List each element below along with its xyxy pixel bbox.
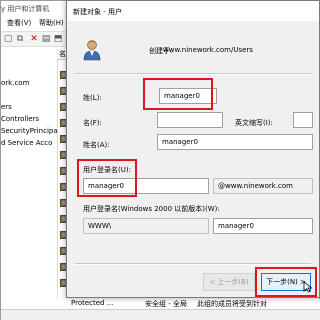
- dialog-title: 新建对象 - 用户: [73, 8, 122, 16]
- row-description: 此组的成员将受到针对: [197, 300, 267, 308]
- tree-item[interactable]: d Service Acco: [1, 139, 52, 147]
- new-user-dialog: 新建对象 - 用户 创建于: www.ninework.com/Users 姓(…: [66, 0, 320, 298]
- mmc-menubar: 查看(V) 帮助(H): [1, 15, 71, 29]
- dialog-titlebar: 新建对象 - 用户: [67, 1, 319, 21]
- user-icon: [83, 40, 101, 61]
- row-type: 安全组 - 全局: [145, 300, 187, 308]
- highlight-box: [143, 78, 213, 110]
- delete-icon[interactable]: ✕: [29, 34, 39, 44]
- tree-item[interactable]: Controllers: [1, 115, 39, 123]
- mmc-title: y 用户和计算机: [1, 5, 50, 13]
- tree-item[interactable]: ork.com: [1, 79, 29, 87]
- upn-suffix-select[interactable]: @www.ninework.com: [213, 178, 313, 194]
- first-name-input[interactable]: [157, 112, 223, 128]
- horizontal-scrollbar[interactable]: [1, 309, 320, 320]
- pre2000-label: 用户登录名(Windows 2000 以前版本)(W):: [83, 205, 220, 213]
- pre2000-domain-field: WWW\: [83, 218, 209, 234]
- mmc-toolbar: ▢ ⧉ ✕ ▤ ⬒: [1, 31, 71, 47]
- tree-item[interactable]: ers: [1, 103, 12, 111]
- pre2000-logon-input[interactable]: manager0: [213, 218, 313, 234]
- initials-label: 英文缩写(I):: [235, 119, 273, 127]
- back-button[interactable]: < 上一步(B): [203, 273, 255, 291]
- console-tree: ork.com ers Controllers SecurityPrincipa…: [1, 49, 57, 301]
- row-name: Protected ...: [71, 299, 114, 307]
- properties-icon[interactable]: ▤: [41, 34, 51, 44]
- created-in-path: www.ninework.com/Users: [163, 46, 253, 54]
- export-icon[interactable]: ⬒: [53, 34, 63, 44]
- divider: [75, 73, 311, 75]
- mouse-cursor-icon: [303, 281, 313, 293]
- menu-help[interactable]: 帮助(H): [39, 18, 64, 28]
- last-name-label: 姓(L):: [83, 94, 102, 102]
- window-icon[interactable]: ▢: [3, 34, 13, 44]
- first-name-label: 名(F):: [83, 119, 102, 127]
- copy-icon[interactable]: ⧉: [15, 34, 25, 44]
- tree-item[interactable]: SecurityPrincipa: [1, 127, 57, 135]
- initials-input[interactable]: [293, 112, 313, 128]
- divider: [75, 263, 311, 265]
- list-row-protected[interactable]: Protected ... 安全组 - 全局 此组的成员将受到针对: [57, 299, 320, 309]
- highlight-box: [77, 159, 137, 197]
- full-name-label: 姓名(A):: [83, 141, 110, 149]
- full-name-input[interactable]: manager0: [157, 134, 313, 150]
- menu-view[interactable]: 查看(V): [7, 18, 31, 28]
